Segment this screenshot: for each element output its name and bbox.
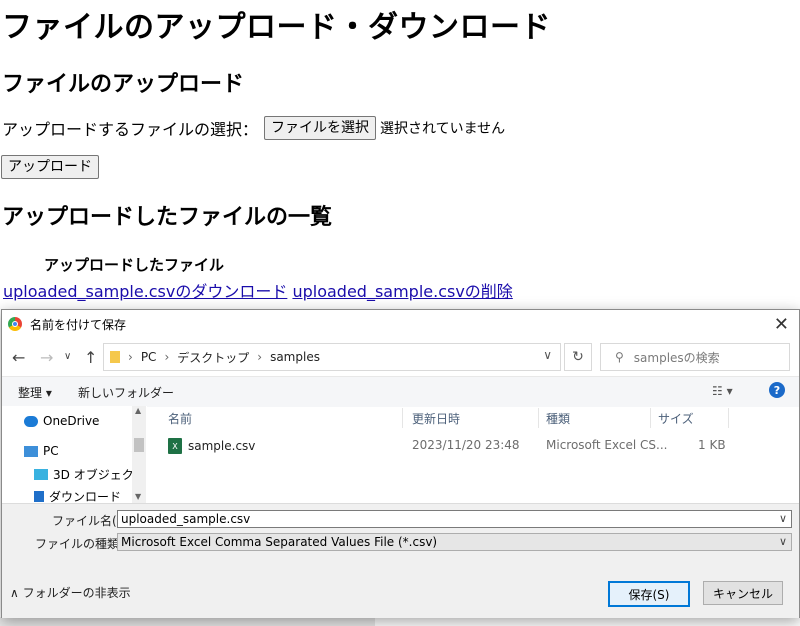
file-select-label: アップロードするファイルの選択： <box>2 120 259 139</box>
filename-value: uploaded_sample.csv <box>121 512 251 526</box>
save-button[interactable]: 保存(S) <box>608 581 690 607</box>
back-arrow-icon[interactable]: ← <box>12 348 25 367</box>
column-divider <box>538 408 539 428</box>
choose-file-button[interactable]: ファイルを選択 <box>264 116 377 140</box>
save-as-dialog: 名前を付けて保存 ✕ ← → ∨ ↑ › PC › デスクトップ › sampl… <box>1 309 800 618</box>
address-bar[interactable]: › PC › デスクトップ › samples ∨ <box>103 343 561 371</box>
breadcrumb-samples[interactable]: samples <box>270 350 320 364</box>
cube-icon <box>34 469 48 480</box>
hide-folders-label: フォルダーの非表示 <box>22 586 131 600</box>
scroll-up-icon[interactable]: ▲ <box>135 406 141 415</box>
computer-icon <box>24 445 38 457</box>
download-arrow-icon <box>34 491 44 502</box>
chevron-down-icon[interactable]: ∨ <box>779 535 787 548</box>
column-name[interactable]: 名前 <box>168 410 192 427</box>
column-type[interactable]: 種類 <box>546 410 570 427</box>
breadcrumb-desktop[interactable]: デスクトップ <box>177 349 249 366</box>
column-size[interactable]: サイズ <box>658 410 694 427</box>
folder-icon <box>110 351 120 363</box>
hide-folders-toggle[interactable]: ∧ フォルダーの非表示 <box>10 584 131 601</box>
address-row: ← → ∨ ↑ › PC › デスクトップ › samples ∨ ↻ ⚲ sa… <box>2 340 799 374</box>
file-links: uploaded_sample.csvのダウンロード uploaded_samp… <box>3 278 513 302</box>
breadcrumb-pc[interactable]: PC <box>141 350 157 364</box>
nav-item-onedrive[interactable]: OneDrive <box>24 414 99 428</box>
nav-item-pc[interactable]: PC <box>24 444 59 458</box>
filename-field[interactable]: uploaded_sample.csv ∨ <box>117 510 792 528</box>
new-folder-button[interactable]: 新しいフォルダー <box>78 384 174 401</box>
nav-label: OneDrive <box>43 414 100 428</box>
navigation-scrollbar[interactable]: ▲ ▼ <box>132 406 146 503</box>
table-header: アップロードしたファイル <box>44 256 225 274</box>
upload-button[interactable]: アップロード <box>1 155 99 179</box>
chevron-down-icon[interactable]: ∨ <box>779 512 787 525</box>
upload-heading: ファイルのアップロード <box>2 72 245 97</box>
file-type: Microsoft Excel CS... <box>546 438 668 452</box>
view-options-icon[interactable]: ☷ ▾ <box>712 384 733 398</box>
refresh-icon[interactable]: ↻ <box>564 343 592 371</box>
no-file-text: 選択されていません <box>380 121 506 137</box>
file-name: sample.csv <box>188 439 256 453</box>
chevron-up-icon: ∧ <box>10 586 19 600</box>
filetype-select[interactable]: Microsoft Excel Comma Separated Values F… <box>117 533 792 551</box>
nav-item-3d-objects[interactable]: 3D オブジェクト <box>34 466 146 483</box>
list-heading: アップロードしたファイルの一覧 <box>2 205 333 230</box>
recent-chevron-icon[interactable]: ∨ <box>64 351 71 362</box>
column-divider <box>728 408 729 428</box>
forward-arrow-icon[interactable]: → <box>40 348 53 367</box>
file-list: 名前 更新日時 種類 サイズ X sample.csv 2023/11/20 2… <box>150 406 799 503</box>
nav-label: PC <box>43 444 59 458</box>
organize-button[interactable]: 整理 ▾ <box>18 384 52 401</box>
search-placeholder: samplesの検索 <box>633 350 720 365</box>
file-row[interactable]: X sample.csv <box>168 438 255 454</box>
file-select-row: アップロードするファイルの選択： ファイルを選択 選択されていません <box>2 116 505 140</box>
cloud-icon <box>24 415 38 427</box>
cancel-button[interactable]: キャンセル <box>703 581 783 605</box>
file-size: 1 KB <box>698 438 726 452</box>
scrollbar-thumb[interactable] <box>134 438 144 452</box>
column-modified[interactable]: 更新日時 <box>412 410 460 427</box>
chevron-right-icon: › <box>257 350 263 364</box>
column-divider <box>650 408 651 428</box>
up-arrow-icon[interactable]: ↑ <box>84 348 97 367</box>
dialog-titlebar: 名前を付けて保存 ✕ <box>2 310 799 338</box>
dialog-title: 名前を付けて保存 <box>30 317 127 332</box>
dialog-toolbar: 整理 ▾ 新しいフォルダー ☷ ▾ ? <box>2 376 799 407</box>
delete-link[interactable]: uploaded_sample.csvの削除 <box>292 282 512 301</box>
chrome-icon <box>8 317 22 331</box>
help-icon[interactable]: ? <box>769 382 785 398</box>
page-bottom-strip <box>0 617 375 626</box>
chevron-right-icon: › <box>128 350 133 364</box>
search-icon: ⚲ <box>615 350 624 364</box>
chevron-right-icon: › <box>164 350 170 364</box>
download-link[interactable]: uploaded_sample.csvのダウンロード <box>3 282 287 301</box>
chevron-down-icon[interactable]: ∨ <box>543 348 552 362</box>
page-title: ファイルのアップロード・ダウンロード <box>2 10 551 45</box>
close-icon[interactable]: ✕ <box>774 314 789 335</box>
column-divider <box>402 408 403 428</box>
excel-csv-icon: X <box>168 438 182 454</box>
search-input[interactable]: ⚲ samplesの検索 <box>600 343 790 371</box>
file-modified: 2023/11/20 23:48 <box>412 438 520 452</box>
upload-button-wrap: アップロード <box>1 155 99 179</box>
scroll-down-icon[interactable]: ▼ <box>135 492 141 501</box>
navigation-pane: OneDrive PC 3D オブジェクト ダウンロード <box>2 406 147 504</box>
filetype-value: Microsoft Excel Comma Separated Values F… <box>121 535 438 549</box>
